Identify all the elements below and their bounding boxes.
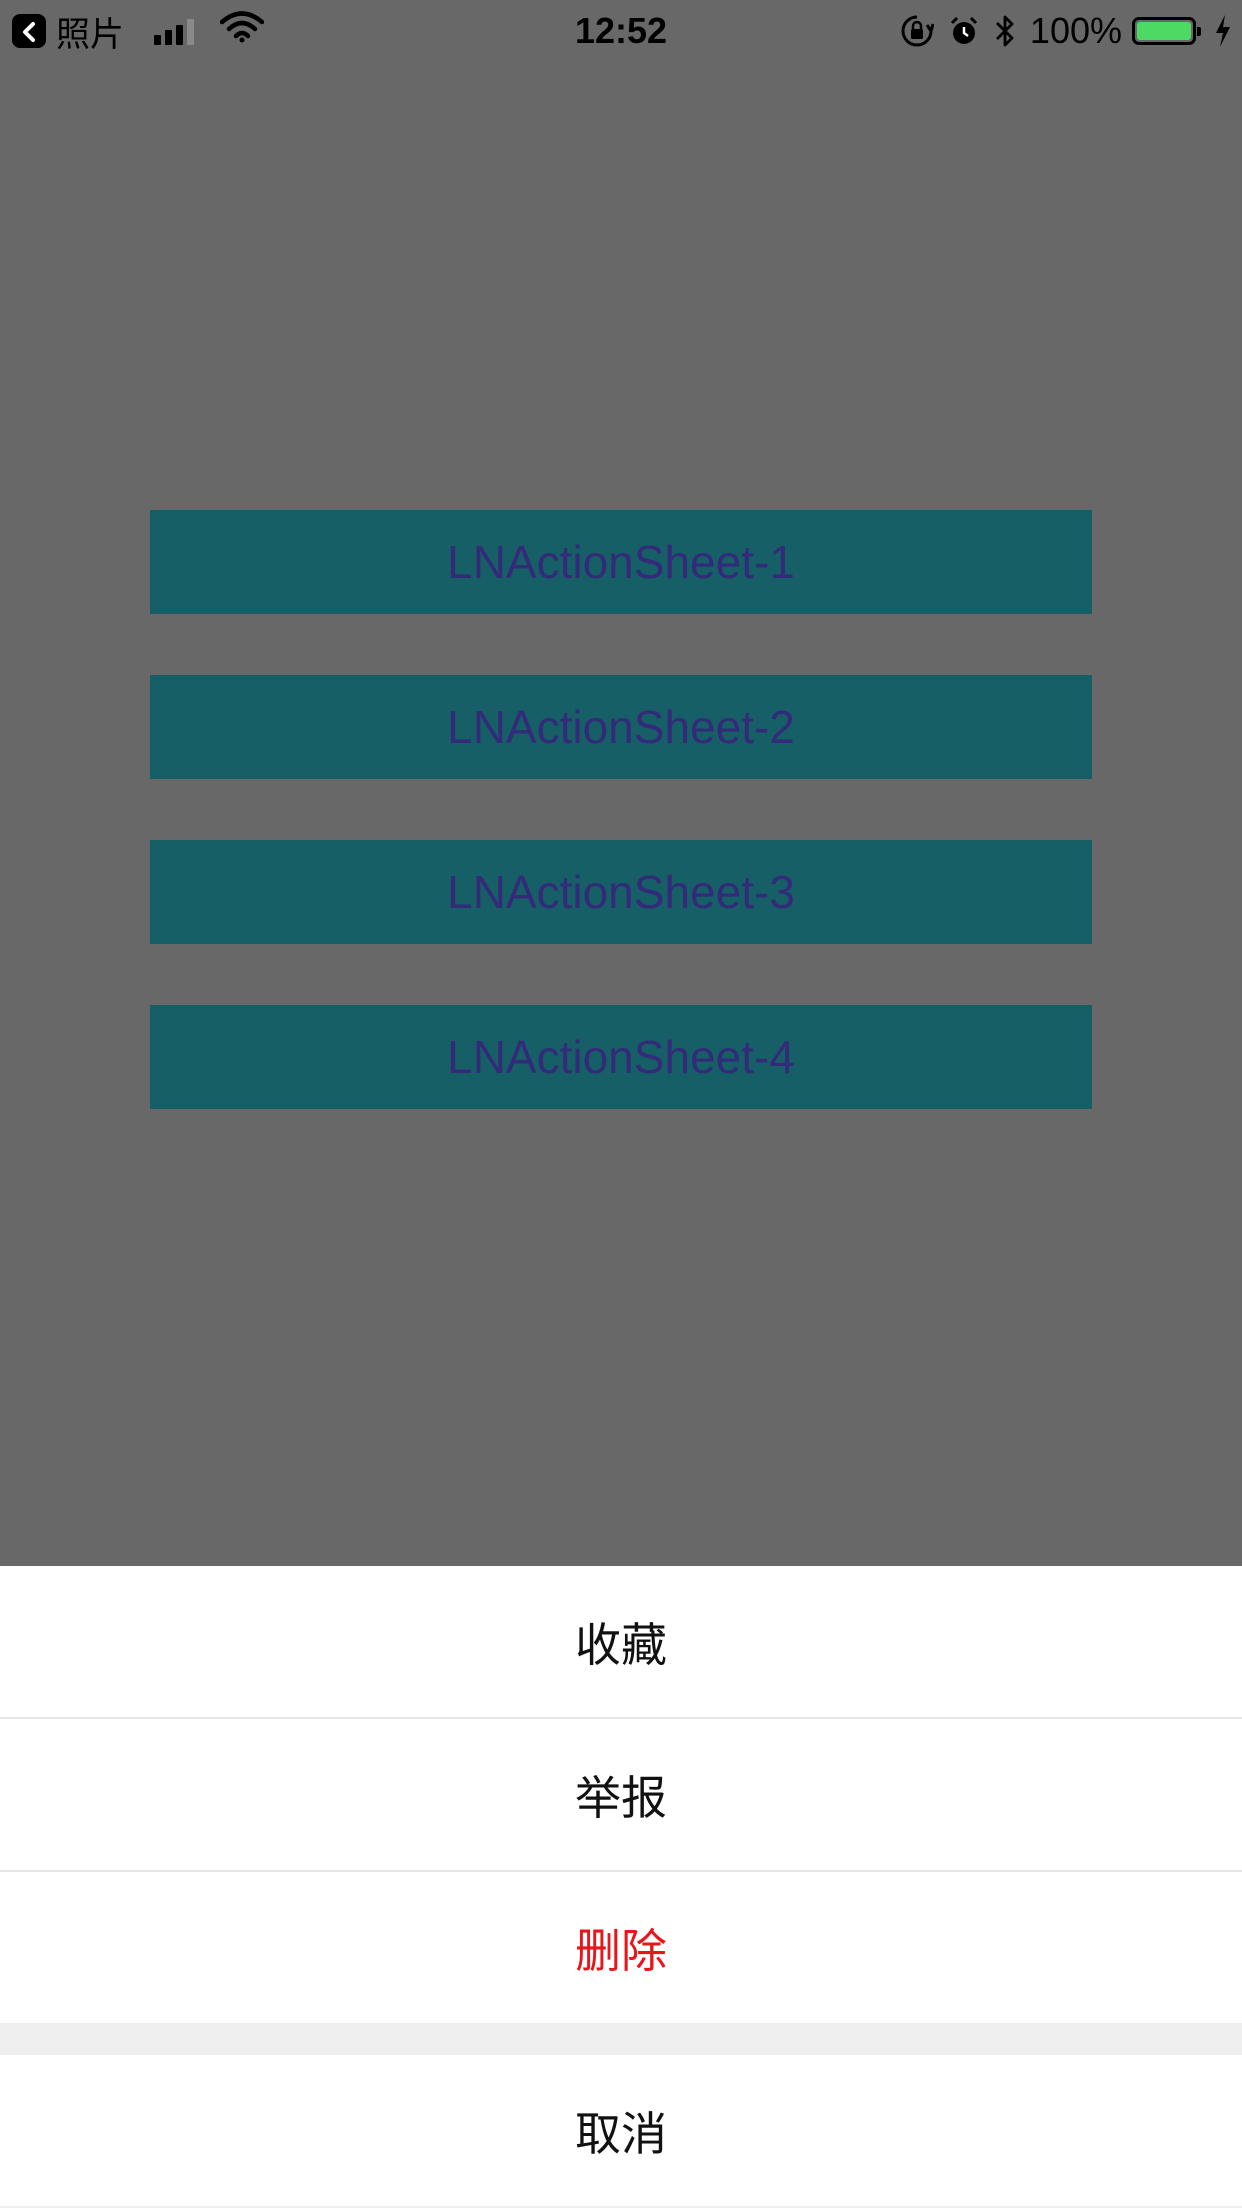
status-bar-right: 100% <box>886 0 1232 62</box>
main-button-list: LNActionSheet-1 LNActionSheet-2 LNAction… <box>150 510 1092 1170</box>
collect-action[interactable]: 收藏 <box>0 1566 1242 1717</box>
battery-icon <box>1132 17 1201 45</box>
battery-fill <box>1137 22 1191 40</box>
actionsheet-1-button[interactable]: LNActionSheet-1 <box>150 510 1092 614</box>
bluetooth-icon <box>994 14 1016 48</box>
action-sheet: 收藏 举报 删除 取消 <box>0 1566 1242 2208</box>
rotation-lock-icon <box>900 14 934 48</box>
report-action[interactable]: 举报 <box>0 1719 1242 1870</box>
delete-action[interactable]: 删除 <box>0 1872 1242 2023</box>
battery-percentage: 100% <box>1029 10 1122 51</box>
actionsheet-3-button[interactable]: LNActionSheet-3 <box>150 840 1092 944</box>
charging-icon <box>1214 14 1232 48</box>
cancel-action[interactable]: 取消 <box>0 2055 1242 2206</box>
alarm-icon <box>948 15 980 47</box>
actionsheet-2-button[interactable]: LNActionSheet-2 <box>150 675 1092 779</box>
status-bar: 照片 12:52 100% <box>0 0 1242 62</box>
actionsheet-4-button[interactable]: LNActionSheet-4 <box>150 1005 1092 1109</box>
